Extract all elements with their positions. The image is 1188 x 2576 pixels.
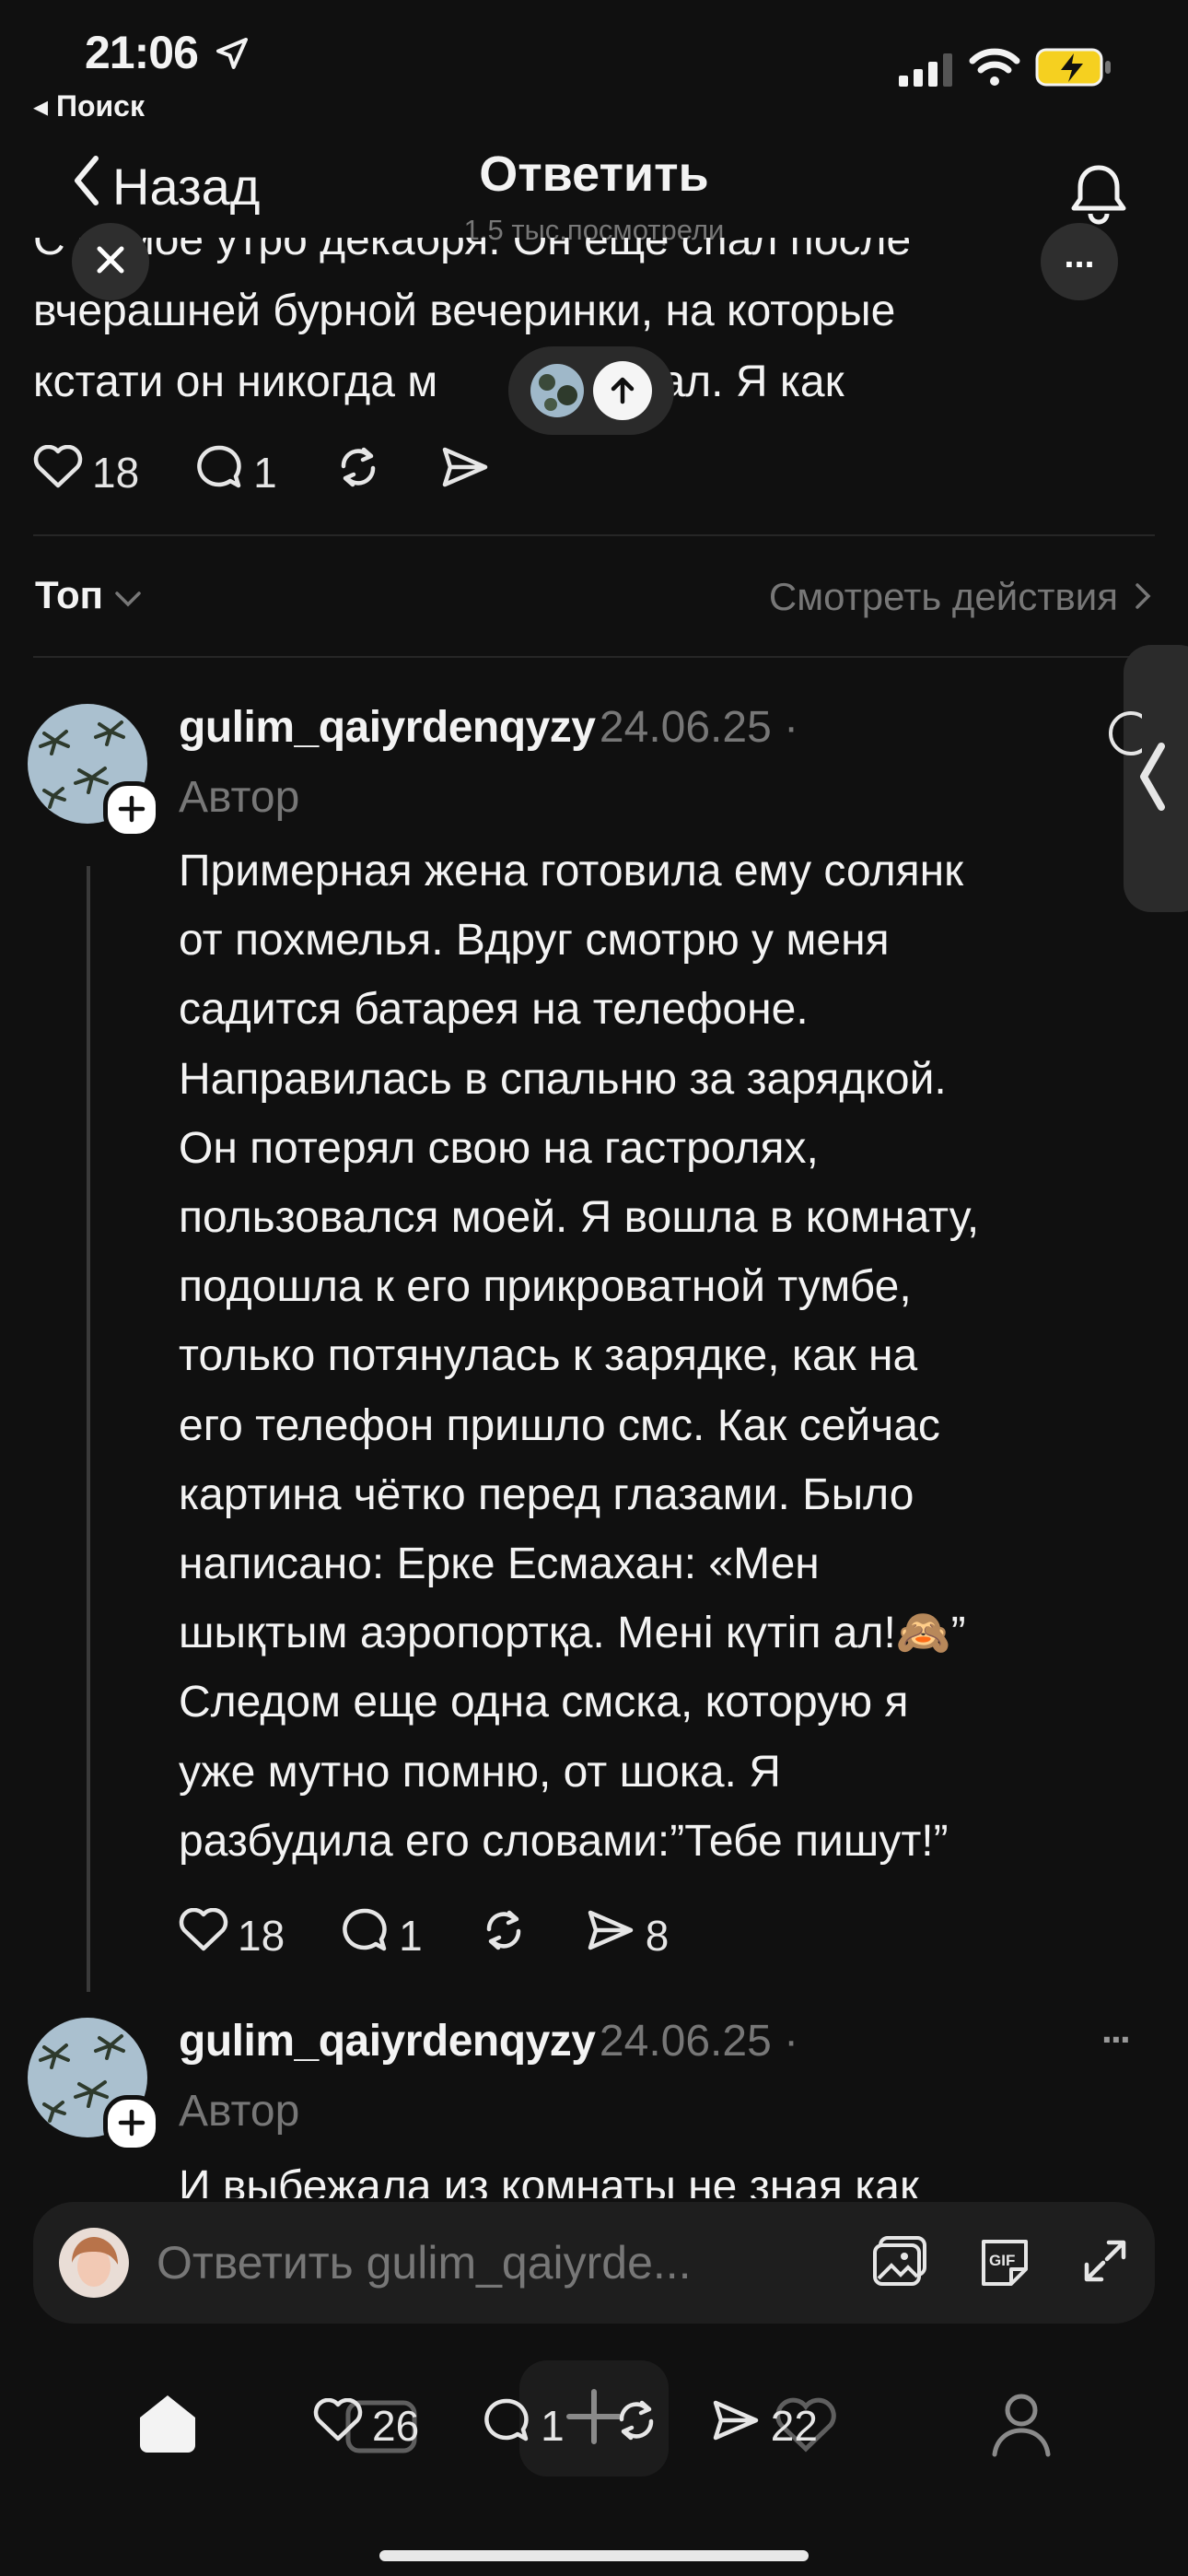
follow-button[interactable] — [103, 781, 160, 838]
comment-icon — [482, 2397, 531, 2453]
share-count: 22 — [770, 2401, 818, 2450]
repost-button[interactable] — [332, 444, 384, 500]
profile-tab[interactable] — [987, 2390, 1055, 2463]
more-options-button[interactable]: ··· — [1101, 2018, 1133, 2062]
chevron-left-icon — [1138, 742, 1166, 816]
reply-button[interactable]: 1 — [482, 2397, 565, 2453]
view-activity-label: Смотреть действия — [768, 575, 1118, 618]
like-button[interactable]: 18 — [179, 1907, 285, 1962]
signal-icon — [899, 53, 958, 91]
divider — [33, 534, 1155, 536]
chevron-right-icon — [1135, 575, 1151, 619]
author-badge: Автор — [179, 773, 300, 822]
like-count: 18 — [238, 1911, 285, 1960]
gif-icon: GIF — [976, 2239, 1033, 2291]
username[interactable]: gulim_qaiyrdenqyzy — [179, 703, 596, 752]
divider — [33, 656, 1155, 658]
floating-actions: 26 1 22 — [313, 2397, 873, 2453]
more-options-icon[interactable] — [1105, 708, 1142, 759]
status-time: 21:06 — [85, 26, 250, 83]
preview-line-3a: кстати он никогда м — [33, 357, 438, 406]
home-tab[interactable] — [134, 2390, 201, 2461]
post-actions: 18 1 8 — [179, 1907, 724, 1963]
back-to-app-link[interactable]: ◂ Поиск — [33, 88, 145, 123]
repost-button[interactable] — [478, 1907, 530, 1963]
share-button[interactable]: 8 — [585, 1907, 670, 1963]
like-button[interactable]: 18 — [33, 444, 140, 499]
follow-button[interactable] — [103, 2095, 160, 2152]
reply-composer[interactable]: Ответить gulim_qaiyrde... GIF — [33, 2202, 1155, 2324]
send-icon — [439, 444, 491, 500]
reply-button[interactable]: 1 — [340, 1907, 423, 1963]
wifi-icon — [969, 48, 1020, 91]
post-text-clip: И выбежала из комнаты не зная как — [179, 2152, 1155, 2198]
post-date: 24.06.25 · — [599, 703, 799, 752]
avatar — [59, 2228, 129, 2298]
notifications-button[interactable] — [1068, 162, 1129, 231]
gif-button[interactable]: GIF — [976, 2234, 1033, 2292]
image-attach-button[interactable] — [871, 2234, 928, 2292]
comment-icon — [340, 1907, 390, 1963]
like-count: 26 — [372, 2401, 420, 2450]
heart-icon — [33, 444, 83, 499]
username[interactable]: gulim_qaiyrdenqyzy — [179, 2017, 596, 2066]
heart-icon — [179, 1907, 228, 1962]
reply-count: 1 — [399, 1911, 423, 1960]
view-activity-link[interactable]: Смотреть действия — [769, 575, 1151, 619]
share-count: 8 — [645, 1911, 670, 1960]
battery-icon — [1035, 48, 1112, 91]
mini-avatar — [530, 364, 584, 417]
repost-button[interactable] — [611, 2397, 662, 2453]
post-text: Примерная жена готовила ему солянк от по… — [179, 847, 980, 1866]
sort-label: Топ — [35, 573, 104, 616]
like-button[interactable]: 26 — [313, 2397, 420, 2453]
send-icon — [585, 1907, 636, 1963]
preview-more-button[interactable]: ... — [1041, 223, 1118, 300]
close-icon — [94, 243, 127, 281]
post-text: И выбежала из комнаты не зная как — [179, 2162, 919, 2198]
chevron-down-icon — [114, 573, 142, 617]
send-icon — [710, 2397, 762, 2453]
plus-icon — [118, 790, 146, 830]
post-date: 24.06.25 · — [599, 2017, 799, 2066]
location-arrow-icon — [214, 29, 250, 83]
close-preview-button[interactable] — [72, 223, 149, 300]
share-button[interactable]: 22 — [710, 2397, 818, 2453]
preview-line-2: вчерашней бурной вечеринки, на которые — [33, 287, 896, 335]
post-header: gulim_qaiyrdenqyzy 24.06.25 · — [179, 702, 798, 753]
expand-icon — [1081, 2240, 1129, 2289]
home-indicator — [379, 2550, 809, 2561]
reply-input[interactable]: Ответить gulim_qaiyrde... — [157, 2236, 871, 2289]
thread-line — [87, 866, 90, 1992]
plus-icon — [118, 2103, 146, 2144]
author-badge: Автор — [179, 2087, 300, 2136]
person-icon — [987, 2394, 1055, 2462]
repost-icon — [478, 1907, 530, 1963]
preview-line-1: С самое утро декабря. Он еще спал после — [33, 238, 912, 264]
preview-more: ... — [1064, 234, 1095, 275]
arrow-up-icon — [593, 361, 652, 420]
reply-count: 1 — [253, 448, 277, 497]
page-title: Ответить — [479, 146, 709, 202]
reply-button[interactable]: 1 — [194, 444, 277, 500]
preview-actions: 18 1 — [33, 444, 546, 500]
home-icon — [134, 2395, 201, 2460]
comment-icon — [194, 444, 244, 500]
sort-dropdown[interactable]: Топ — [35, 573, 142, 617]
expand-button[interactable] — [1081, 2237, 1129, 2289]
like-count: 18 — [92, 448, 140, 497]
image-icon — [871, 2235, 928, 2291]
svg-text:GIF: GIF — [989, 2252, 1015, 2269]
heart-icon — [313, 2397, 363, 2453]
reply-count: 1 — [541, 2401, 565, 2450]
scroll-to-top-pill[interactable] — [508, 346, 674, 435]
repost-icon — [332, 444, 384, 500]
post-header: gulim_qaiyrdenqyzy 24.06.25 · — [179, 2016, 798, 2067]
repost-icon — [611, 2397, 662, 2453]
share-button[interactable] — [439, 444, 491, 500]
